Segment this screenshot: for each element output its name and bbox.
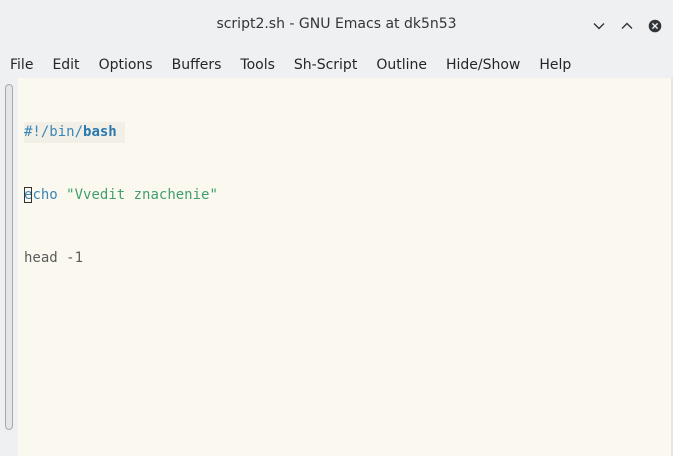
- command-text: head -1: [24, 250, 84, 266]
- emacs-window: script2.sh - GNU Emacs at dk5n53 File Ed…: [0, 0, 673, 456]
- code-text[interactable]: #!/bin/bash echo "Vvedit znachenie" head…: [24, 80, 218, 311]
- close-circle-icon: [648, 19, 662, 33]
- code-line-3: head -1: [24, 248, 218, 269]
- menu-bar: File Edit Options Buffers Tools Sh-Scrip…: [0, 52, 673, 78]
- menu-hide-show[interactable]: Hide/Show: [436, 52, 528, 78]
- menu-tools[interactable]: Tools: [230, 52, 283, 78]
- code-line-1: #!/bin/bash: [24, 122, 218, 143]
- chevron-up-icon: [620, 19, 634, 33]
- scrollbar-thumb[interactable]: [5, 84, 13, 430]
- chevron-down-icon: [592, 19, 606, 33]
- minimize-button[interactable]: [589, 16, 609, 36]
- menu-help[interactable]: Help: [529, 52, 579, 78]
- shebang-path: #!/bin/: [24, 124, 84, 140]
- menu-sh-script[interactable]: Sh-Script: [284, 52, 365, 78]
- close-button[interactable]: [645, 16, 665, 36]
- menu-edit[interactable]: Edit: [42, 52, 87, 78]
- vertical-scrollbar[interactable]: [0, 78, 18, 456]
- maximize-button[interactable]: [617, 16, 637, 36]
- window-title: script2.sh - GNU Emacs at dk5n53: [216, 16, 457, 32]
- builtin-keyword: cho: [32, 187, 58, 203]
- menu-file[interactable]: File: [0, 52, 41, 78]
- shebang-interpreter: bash: [83, 124, 117, 140]
- string-literal: "Vvedit znachenie": [66, 187, 218, 203]
- menu-outline[interactable]: Outline: [366, 52, 435, 78]
- code-line-2: echo "Vvedit znachenie": [24, 185, 218, 206]
- title-bar: script2.sh - GNU Emacs at dk5n53: [0, 0, 673, 52]
- editor-buffer[interactable]: #!/bin/bash echo "Vvedit znachenie" head…: [18, 78, 671, 456]
- menu-buffers[interactable]: Buffers: [162, 52, 230, 78]
- shebang: #!/bin/bash: [24, 122, 125, 143]
- menu-options[interactable]: Options: [89, 52, 161, 78]
